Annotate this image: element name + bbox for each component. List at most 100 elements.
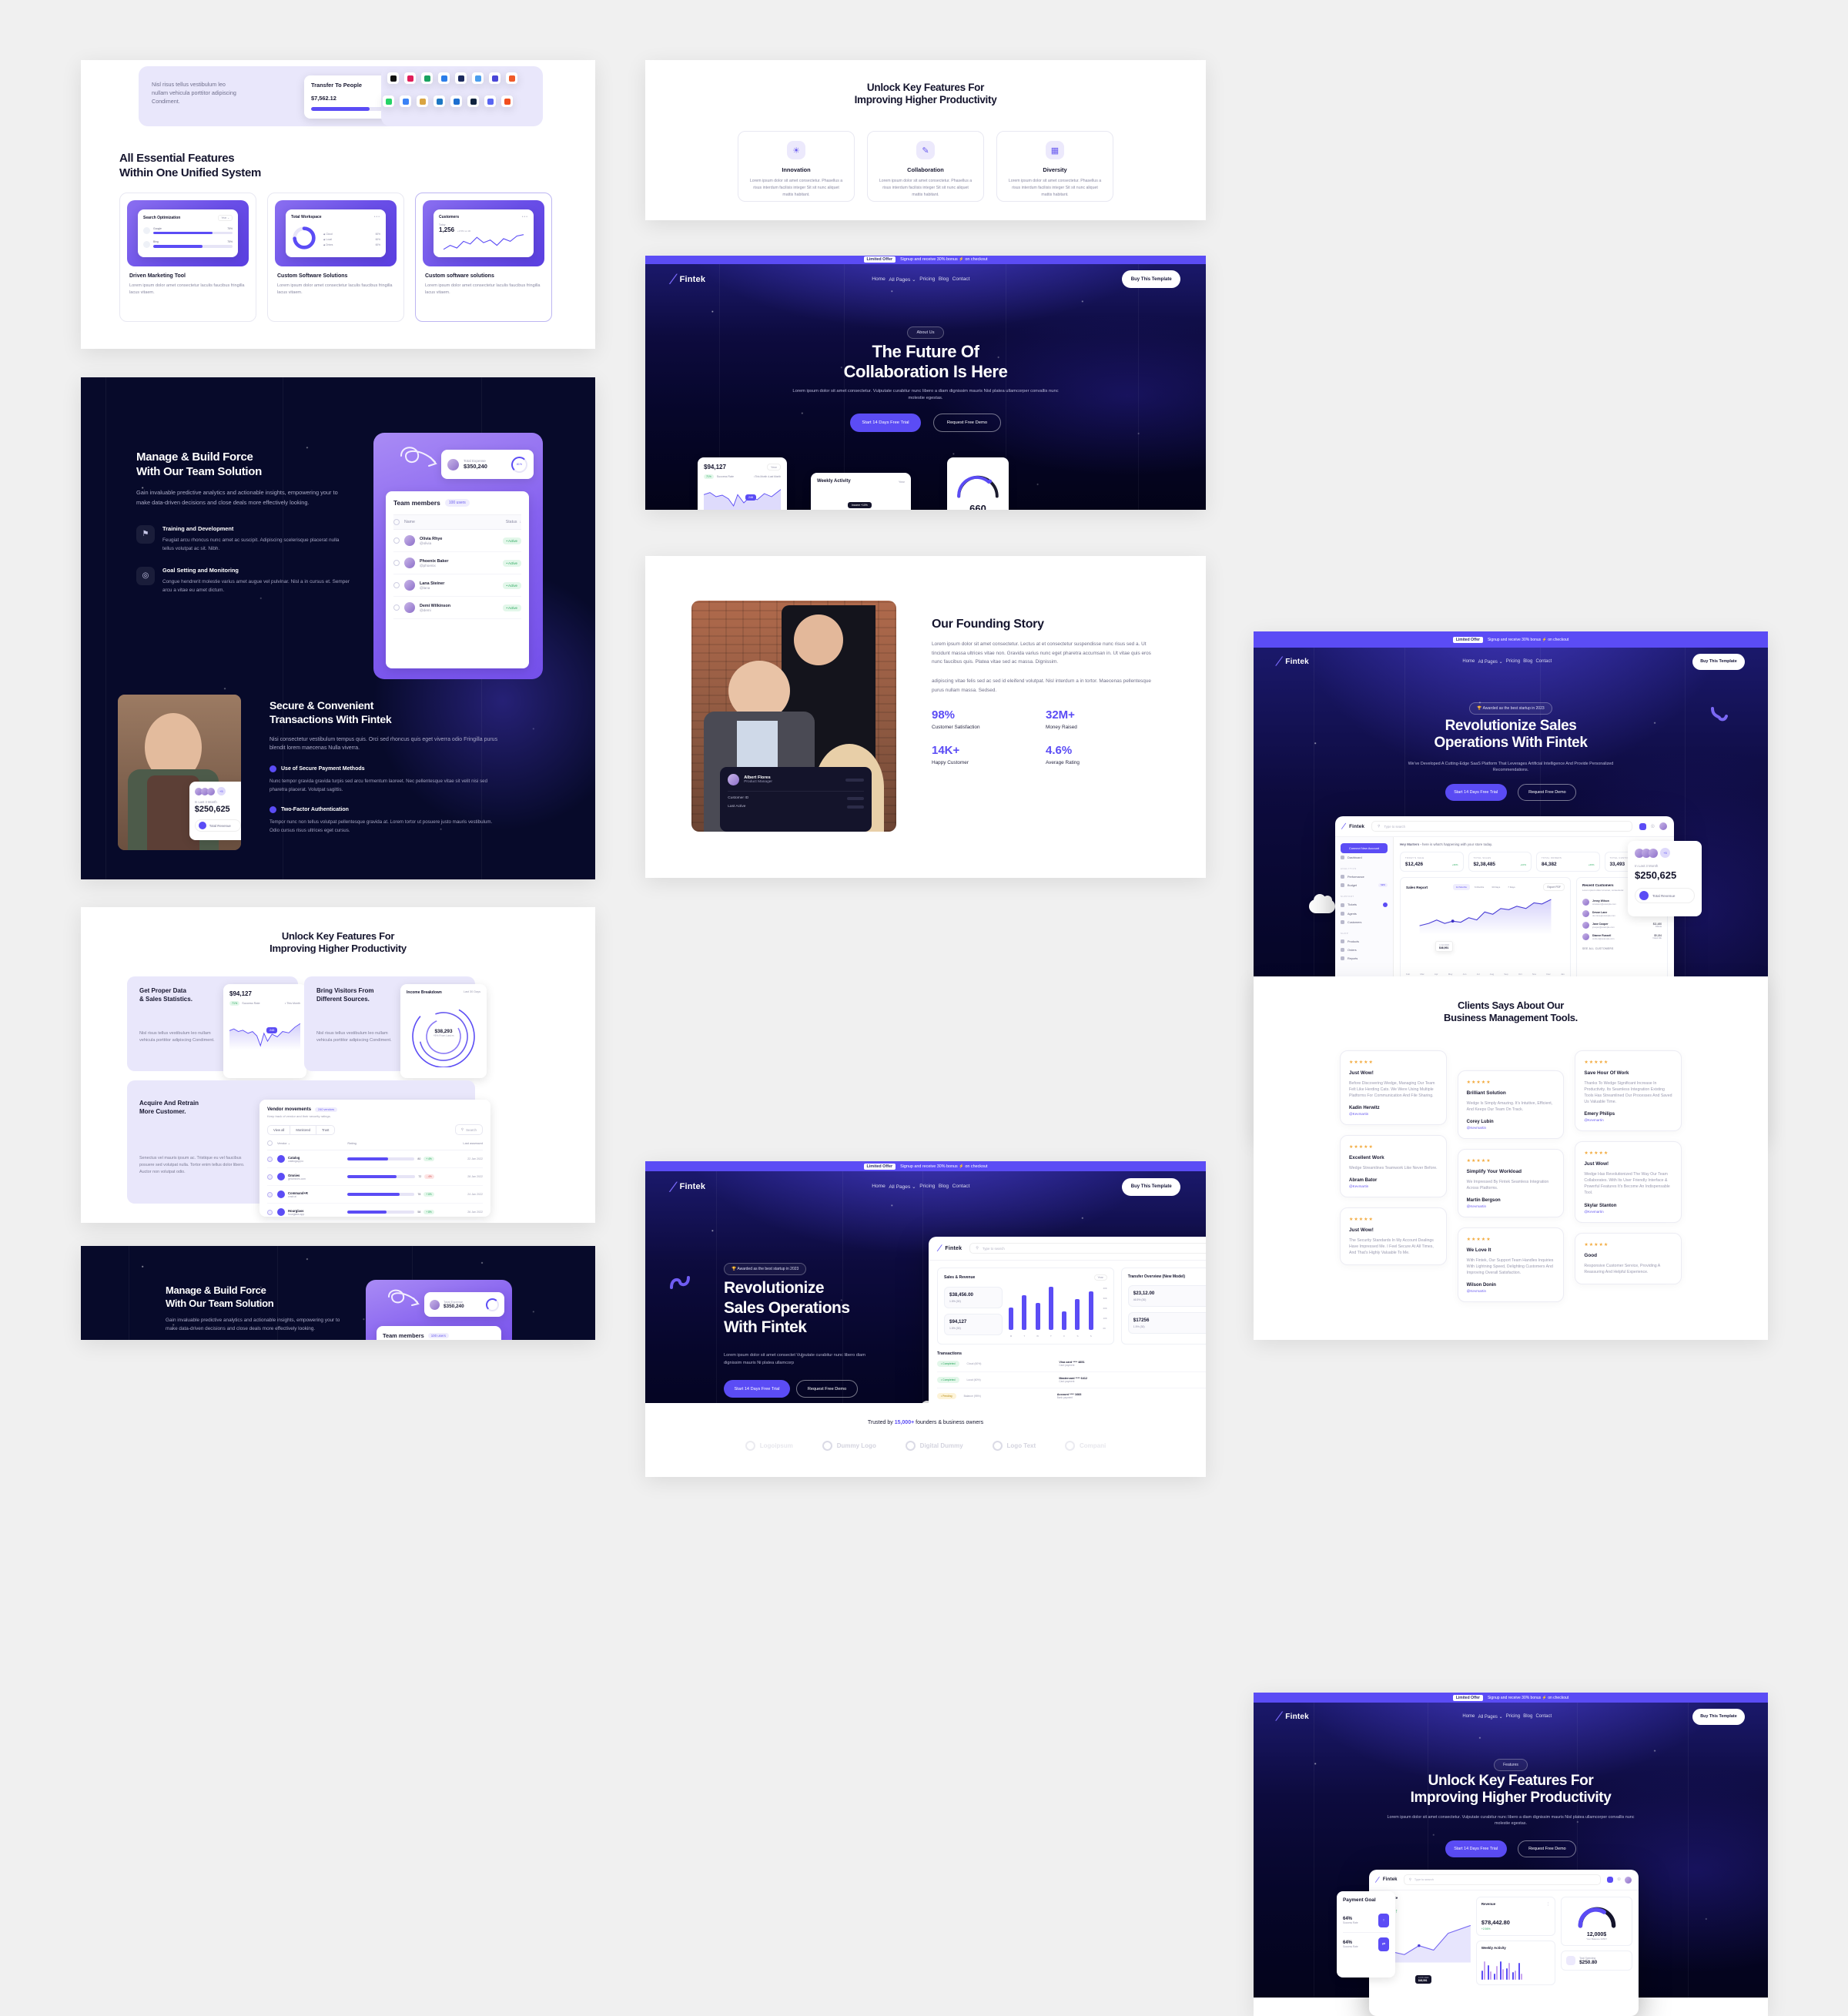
sales-tab[interactable]: 12 Months <box>1452 884 1470 890</box>
nav-item-pricing[interactable]: Pricing <box>1506 1714 1520 1720</box>
discord-icon[interactable] <box>484 95 496 107</box>
more-icon[interactable]: ⋮ <box>1546 1902 1550 1907</box>
shot-filter[interactable]: Year ⌄ <box>218 215 233 221</box>
nav-item-blog[interactable]: Blog <box>939 1184 949 1190</box>
sr-export[interactable]: Export PDF <box>1543 883 1565 891</box>
testimonial-card[interactable]: ★★★★★ Brilliant Solution Wedge Is Simply A… <box>1457 1070 1565 1140</box>
clockify-icon[interactable] <box>417 95 428 107</box>
whatsapp-icon[interactable] <box>383 95 394 107</box>
row-checkbox[interactable] <box>393 560 400 566</box>
nav-item-home[interactable]: Home <box>1462 659 1475 665</box>
sidebar-item-agents[interactable]: Agents <box>1341 909 1388 918</box>
row-checkbox[interactable] <box>267 1209 273 1215</box>
brand-logo-4[interactable]: ╱ Fintek <box>1276 1713 1309 1721</box>
nav-item-contact[interactable]: Contact <box>952 276 970 283</box>
sidebar-item-budget[interactable]: Budget NEW <box>1341 881 1388 889</box>
messages-icon[interactable] <box>1639 822 1646 830</box>
sales-tab[interactable]: 7 Days <box>1505 884 1518 890</box>
google-drive-icon[interactable] <box>421 72 433 84</box>
nav-item-contact[interactable]: Contact <box>1535 659 1552 665</box>
nav-item-all-pages[interactable]: All Pages ⌄ <box>889 276 916 283</box>
buy-template-button-4[interactable]: Buy This Template <box>1692 1708 1745 1725</box>
testimonial-card[interactable]: ★★★★★ Just Wow! The Security Standards In … <box>1340 1207 1447 1266</box>
rc-viewall[interactable]: SEE ALL CUSTOMERS <box>1582 947 1662 950</box>
request-demo-button[interactable]: Request Free Demo <box>933 414 1001 432</box>
row-checkbox[interactable] <box>393 582 400 588</box>
avatar-2[interactable] <box>1625 1876 1632 1884</box>
nav-item-all-pages[interactable]: All Pages ⌄ <box>889 1184 916 1190</box>
start-trial-button-3[interactable]: Start 14 Days Free Trial <box>1445 784 1507 801</box>
sidebar-item-orders[interactable]: Orders <box>1341 946 1388 954</box>
testimonial-card[interactable]: ★★★★★ Save Hour Of Work Thanks To Wedge Si… <box>1575 1050 1682 1132</box>
trello-icon[interactable] <box>450 95 462 107</box>
feature-card[interactable]: ☀ Innovation Lorem ipsum dolor sit amet co… <box>738 131 855 202</box>
testimonial-card[interactable]: ★★★★★ We Love It With Fintek, Our Support … <box>1457 1227 1565 1303</box>
sidebar-item-products[interactable]: Products <box>1341 937 1388 946</box>
sidebar-item-performance[interactable]: Performance <box>1341 872 1388 881</box>
dropbox-blue-icon[interactable] <box>438 72 450 84</box>
col-vendor[interactable]: Vendor ⌄ <box>277 1141 347 1145</box>
dash-search-2[interactable]: ⚲ Type to search <box>1371 821 1632 832</box>
feature-card[interactable]: ✎ Collaboration Lorem ipsum dolor sit amet… <box>867 131 984 202</box>
main-nav-3[interactable]: Home All Pages ⌄ Pricing Blog Contact <box>1462 659 1552 665</box>
testimonial-card[interactable]: ★★★★★ Just Wow! Before Discovering Wedge, … <box>1340 1050 1447 1126</box>
row-checkbox[interactable] <box>393 537 400 544</box>
main-nav-2[interactable]: Home All Pages ⌄ Pricing Blog Contact <box>872 1184 969 1190</box>
nav-item-all-pages[interactable]: All Pages ⌄ <box>1478 1714 1503 1720</box>
main-nav-4[interactable]: Home All Pages ⌄ Pricing Blog Contact <box>1462 1714 1552 1720</box>
zendesk-icon[interactable] <box>467 95 479 107</box>
essential-card[interactable]: Customers ••• Today 1,256 +3.5% vs 1D Custom … <box>415 193 552 322</box>
connect-account-button[interactable]: Connect New Account <box>1341 843 1388 853</box>
testimonial-card[interactable]: ★★★★★ Excellent Work Wedge Streamlines Tea… <box>1340 1135 1447 1198</box>
messages-icon-2[interactable] <box>1607 1877 1614 1883</box>
main-nav[interactable]: Home All Pages ⌄ Pricing Blog Contact <box>872 276 969 283</box>
buy-template-button-2[interactable]: Buy This Template <box>1122 1177 1181 1196</box>
dash-search-3[interactable]: ⚲ Type to search <box>1403 1874 1602 1885</box>
slack-icon[interactable] <box>404 72 416 84</box>
rm-sales-filter[interactable]: Year <box>1093 1274 1107 1281</box>
vendor-tab[interactable]: View all <box>268 1125 291 1134</box>
nav-item-pricing[interactable]: Pricing <box>919 276 935 283</box>
feature-card[interactable]: ▦ Diversity Lorem ipsum dolor sit amet con… <box>996 131 1113 202</box>
payment-goal-action[interactable]: ↑ <box>1378 1914 1389 1927</box>
xero-icon[interactable] <box>434 95 445 107</box>
hero-shot1-filter[interactable]: Year <box>766 464 781 471</box>
bell-icon[interactable]: ☉ <box>1651 824 1655 829</box>
nav-item-contact[interactable]: Contact <box>952 1184 970 1190</box>
dash-search[interactable]: ⚲ Type to search <box>969 1243 1206 1254</box>
nav-item-pricing[interactable]: Pricing <box>919 1184 935 1190</box>
select-all-checkbox[interactable] <box>267 1140 273 1146</box>
request-demo-button-4[interactable]: Request Free Demo <box>1518 1840 1577 1857</box>
nav-item-blog[interactable]: Blog <box>1523 1714 1532 1720</box>
figma-icon[interactable] <box>501 95 513 107</box>
notion-icon[interactable] <box>387 72 399 84</box>
hero-shot2-filter[interactable]: Year <box>899 480 905 484</box>
nav-item-blog[interactable]: Blog <box>939 276 949 283</box>
vendor-tab[interactable]: Trust <box>316 1126 334 1134</box>
bell-icon-2[interactable]: ☉ <box>1617 1877 1621 1882</box>
asterisk-icon[interactable] <box>506 72 517 84</box>
brand-logo[interactable]: ╱ Fintek <box>669 274 705 285</box>
testimonial-card[interactable]: ★★★★★ Just Wow! Wedge Has Revolutionized T… <box>1575 1141 1682 1223</box>
essential-card[interactable]: Search Optimization Year ⌄ Google 75% Bing 75… <box>119 193 256 322</box>
row-checkbox[interactable] <box>267 1191 273 1197</box>
sales-tab[interactable]: 6 Months <box>1471 884 1487 890</box>
sidebar-item-tickets[interactable]: Tickets <box>1341 900 1388 909</box>
essential-card[interactable]: Total Workspace ••• ◆ Cloud 60% ◆ Local 60% ◆ … <box>267 193 404 322</box>
start-trial-button-2[interactable]: Start 14 Days Free Trial <box>724 1380 790 1398</box>
nav-item-home[interactable]: Home <box>872 276 886 283</box>
vendor-tab[interactable]: Monitored <box>290 1125 316 1134</box>
row-checkbox[interactable] <box>393 604 400 611</box>
testimonial-card[interactable]: ★★★★★ Simplify Your Workload We Impressed … <box>1457 1149 1565 1218</box>
sidebar-item-customers[interactable]: Customers <box>1341 918 1388 926</box>
nav-item-pricing[interactable]: Pricing <box>1506 659 1520 665</box>
nav-item-home[interactable]: Home <box>872 1184 886 1190</box>
nav-item-contact[interactable]: Contact <box>1535 1714 1552 1720</box>
nav-item-blog[interactable]: Blog <box>1523 659 1532 665</box>
brand-logo-3[interactable]: ╱ Fintek <box>1276 658 1309 666</box>
instagram-icon[interactable] <box>472 72 484 84</box>
sort-icon[interactable]: ↓ <box>520 520 522 524</box>
avatar[interactable] <box>1659 822 1667 830</box>
more-icon[interactable]: ••• <box>374 215 380 219</box>
dropbox-icon[interactable] <box>455 72 467 84</box>
